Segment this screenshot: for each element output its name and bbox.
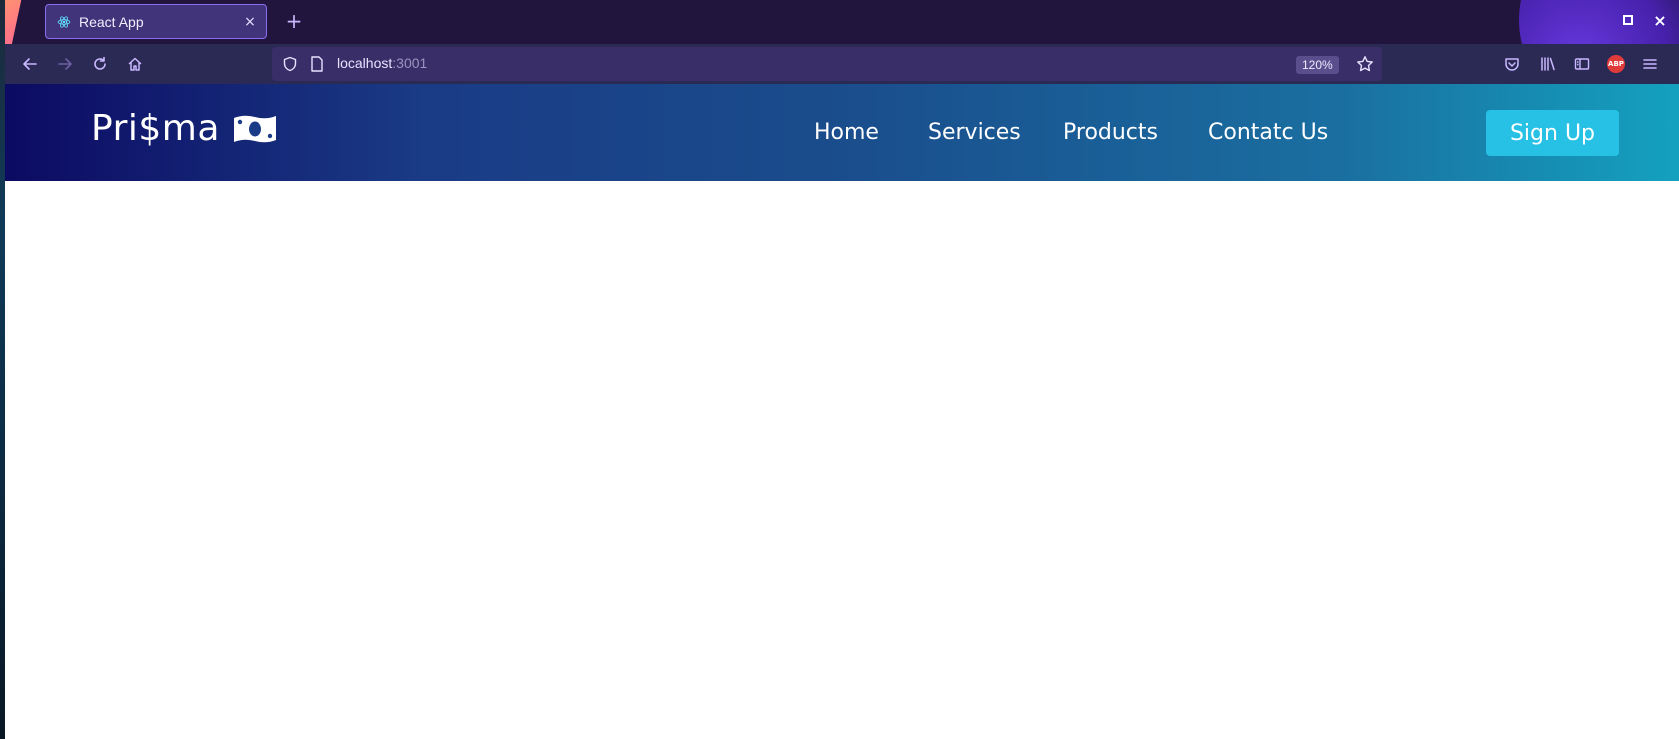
sidebar-button[interactable] bbox=[1571, 53, 1593, 75]
back-button[interactable] bbox=[19, 53, 41, 75]
nav-link-contact[interactable]: Contatc Us bbox=[1208, 120, 1328, 145]
pocket-icon bbox=[1505, 58, 1519, 71]
home-button[interactable] bbox=[124, 53, 146, 75]
url-bar[interactable]: localhost:3001 120% bbox=[272, 47, 1382, 81]
forward-button[interactable] bbox=[54, 53, 76, 75]
shield-icon[interactable] bbox=[282, 56, 298, 72]
url-host: localhost bbox=[337, 55, 393, 71]
theme-decoration-left bbox=[5, 0, 24, 44]
nav-link-home[interactable]: Home bbox=[814, 120, 879, 145]
logo-text: Pri$ma bbox=[91, 108, 220, 149]
page-body bbox=[5, 181, 1679, 739]
library-icon bbox=[1541, 57, 1555, 71]
reload-icon bbox=[94, 56, 106, 70]
money-bill-icon bbox=[232, 112, 278, 146]
forward-arrow-icon bbox=[58, 58, 72, 70]
adblock-plus-button[interactable]: ABP bbox=[1605, 53, 1627, 75]
react-atom-icon bbox=[57, 15, 71, 29]
tab-title: React App bbox=[79, 13, 144, 30]
pocket-button[interactable] bbox=[1501, 53, 1523, 75]
tab-close-icon[interactable]: × bbox=[240, 14, 260, 30]
app-menu-button[interactable] bbox=[1639, 53, 1661, 75]
bookmark-star-icon[interactable] bbox=[1356, 55, 1374, 73]
site-navbar: Pri$ma Home Services Products Contatc Us… bbox=[5, 84, 1679, 181]
url-port: :3001 bbox=[392, 55, 428, 71]
sidebar-icon bbox=[1574, 58, 1590, 70]
maximize-icon bbox=[1623, 15, 1633, 25]
adblock-plus-icon: ABP bbox=[1607, 55, 1625, 73]
home-icon bbox=[128, 57, 142, 71]
back-arrow-icon bbox=[23, 58, 37, 70]
reload-button[interactable] bbox=[89, 53, 111, 75]
nav-link-products[interactable]: Products bbox=[1063, 120, 1158, 145]
zoom-level-badge[interactable]: 120% bbox=[1296, 56, 1339, 74]
site-logo[interactable]: Pri$ma bbox=[91, 108, 278, 149]
new-tab-button[interactable]: + bbox=[283, 10, 305, 34]
nav-link-services[interactable]: Services bbox=[928, 120, 1021, 145]
browser-tab-bar: React App × + × bbox=[5, 0, 1679, 44]
window-close-button[interactable]: × bbox=[1651, 11, 1669, 30]
library-button[interactable] bbox=[1537, 53, 1559, 75]
browser-window: React App × + × localhost:3001 120% ABP … bbox=[5, 0, 1679, 739]
hamburger-menu-icon bbox=[1643, 59, 1657, 69]
browser-tab-active[interactable]: React App × bbox=[45, 4, 267, 39]
window-maximize-button[interactable] bbox=[1619, 11, 1637, 29]
sign-up-button[interactable]: Sign Up bbox=[1486, 110, 1619, 156]
url-text[interactable]: localhost:3001 bbox=[337, 55, 427, 71]
page-info-icon[interactable] bbox=[310, 56, 324, 72]
browser-nav-bar: localhost:3001 120% ABP bbox=[5, 44, 1679, 84]
